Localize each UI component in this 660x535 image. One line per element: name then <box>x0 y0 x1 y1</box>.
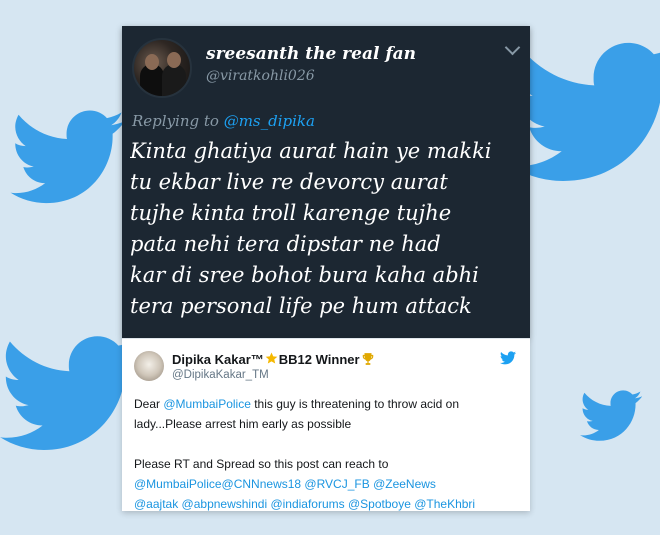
author-badge-text: BB12 Winner <box>278 352 360 367</box>
twitter-bird-icon <box>10 110 125 204</box>
tweet-text: Dear <box>134 397 164 411</box>
chevron-down-icon[interactable] <box>504 39 521 56</box>
tweet-author-name[interactable]: sreesanth the real fan <box>206 44 416 64</box>
author-name-text: Dipika Kakar™ <box>172 352 264 367</box>
tweet-paragraph: Dear @MumbaiPolice this guy is threateni… <box>134 394 526 434</box>
mention-links[interactable]: @MumbaiPolice@CNNnews18 @RVCJ_FB @ZeeNew… <box>134 474 526 494</box>
avatar[interactable] <box>134 351 164 381</box>
tweet-line: pata nehi tera dipstar ne had <box>130 232 441 256</box>
dark-tweet-card[interactable]: sreesanth the real fan @viratkohli026 Re… <box>122 26 530 338</box>
tweet-line: tu ekbar live re devorcy aurat <box>130 170 448 194</box>
tweet-paragraph: Please RT and Spread so this post can re… <box>134 457 389 471</box>
tweet-body: Dear @MumbaiPolice this guy is threateni… <box>134 394 526 511</box>
tweet-line: Kinta ghatiya aurat hain ye makki <box>130 139 492 163</box>
star-icon <box>265 352 278 364</box>
tweet-author-handle[interactable]: @viratkohli026 <box>206 68 315 84</box>
twitter-bird-icon <box>510 42 660 181</box>
light-tweet-card[interactable]: Dipika Kakar™ BB12 Winner @DipikaKakar_TM… <box>122 338 530 511</box>
tweet-line: tera personal life pe hum attack <box>130 294 472 318</box>
replying-to: Replying to @ms_dipika <box>132 112 315 130</box>
tweet-line: tujhe kinta troll karenge tujhe <box>130 201 452 225</box>
twitter-bird-icon <box>580 390 642 441</box>
trophy-icon <box>362 353 373 365</box>
twitter-bird-icon <box>0 336 140 450</box>
tweet-author-name[interactable]: Dipika Kakar™ BB12 Winner <box>172 352 375 367</box>
replying-to-label: Replying to <box>132 112 224 130</box>
mention-links[interactable]: @aajtak @abpnewshindi @indiaforums @Spot… <box>134 494 526 511</box>
tweet-author-handle[interactable]: @DipikaKakar_TM <box>172 369 269 381</box>
reply-mention-link[interactable]: @ms_dipika <box>224 112 315 130</box>
mention-link[interactable]: @MumbaiPolice <box>163 397 251 411</box>
tweet-line: kar di sree bohot bura kaha abhi <box>130 263 479 287</box>
twitter-logo-icon[interactable] <box>500 351 516 365</box>
tweet-body: Kinta ghatiya aurat hain ye makki tu ekb… <box>130 136 526 322</box>
avatar[interactable] <box>132 38 192 98</box>
